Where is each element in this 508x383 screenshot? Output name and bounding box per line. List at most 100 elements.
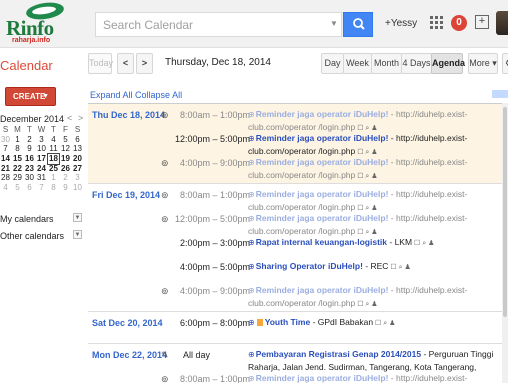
- event-details[interactable]: ⊕Reminder jaga operator iDuHelp! - http:…: [248, 156, 500, 180]
- mini-day[interactable]: 30: [24, 173, 35, 183]
- mini-day[interactable]: 2: [24, 135, 35, 145]
- mini-day[interactable]: 8: [48, 183, 59, 193]
- event-details[interactable]: ⊕Reminder jaga operator iDuHelp! - http:…: [248, 372, 500, 383]
- create-button[interactable]: CREATE ▼: [5, 87, 56, 106]
- next-button[interactable]: >: [136, 53, 153, 74]
- event-title[interactable]: Sharing Operator iDuHelp!: [256, 261, 363, 271]
- site-logo[interactable]: Rinfo raharja.info: [2, 0, 82, 45]
- event-details[interactable]: ⊕Sharing Operator iDuHelp! - REC ☐ ⌕ ♟: [248, 260, 500, 284]
- scrollbar-thumb[interactable]: [503, 107, 507, 317]
- mini-day[interactable]: 12: [60, 144, 71, 154]
- mini-day[interactable]: 25: [48, 164, 59, 174]
- expand-event-icon[interactable]: ⊕: [248, 110, 255, 119]
- event-title[interactable]: Youth Time: [265, 317, 311, 327]
- mini-day[interactable]: 10: [36, 144, 47, 154]
- agenda-event[interactable]: 2:00pm – 3:00pm ⊕Rapat internal keuangan-…: [88, 236, 502, 260]
- mini-day[interactable]: 2: [60, 173, 71, 183]
- agenda-event[interactable]: 6:00pm – 8:00pm ⊕ Youth Time - GPdI Babaka…: [88, 316, 502, 340]
- more-button[interactable]: More ▾: [468, 53, 498, 74]
- mini-day[interactable]: 30: [0, 135, 11, 145]
- agenda-event[interactable]: ⊚ 4:00pm – 9:00pm ⊕Reminder jaga operator …: [88, 156, 502, 180]
- event-details[interactable]: ⊕Reminder jaga operator iDuHelp! - http:…: [248, 212, 500, 236]
- view-4days-button[interactable]: 4 Days: [401, 53, 432, 74]
- expand-event-icon[interactable]: ⊕: [248, 134, 255, 143]
- view-agenda-button[interactable]: Agenda: [431, 53, 465, 74]
- agenda-event[interactable]: 12:00pm – 5:00pm ⊕Reminder jaga operator …: [88, 132, 502, 156]
- event-title[interactable]: Rapat internal keuangan-logistik: [256, 237, 387, 247]
- mini-day[interactable]: 4: [0, 183, 11, 193]
- event-details[interactable]: ⊕Reminder jaga operator iDuHelp! - http:…: [248, 284, 500, 308]
- user-name-link[interactable]: +Yessy: [385, 18, 417, 29]
- mini-day[interactable]: 24: [36, 164, 47, 174]
- other-calendars-label[interactable]: Other calendars: [0, 231, 64, 241]
- mini-day[interactable]: 9: [60, 183, 71, 193]
- mini-day[interactable]: 1: [48, 173, 59, 183]
- event-details[interactable]: ⊕Reminder jaga operator iDuHelp! - http:…: [248, 132, 500, 156]
- expand-event-icon[interactable]: ⊕: [248, 286, 255, 295]
- mini-day[interactable]: 29: [12, 173, 23, 183]
- event-title[interactable]: Reminder jaga operator iDuHelp!: [256, 285, 389, 295]
- my-calendars-label[interactable]: My calendars: [0, 214, 54, 224]
- collapse-all-link[interactable]: Collapse All: [135, 90, 182, 100]
- notification-badge[interactable]: 0: [451, 15, 467, 31]
- mini-day[interactable]: 3: [72, 173, 83, 183]
- agenda-event[interactable]: 4:00pm – 5:00pm ⊕Sharing Operator iDuHelp…: [88, 260, 502, 284]
- apps-grid-icon[interactable]: [430, 16, 444, 30]
- event-title[interactable]: Reminder jaga operator iDuHelp!: [256, 157, 389, 167]
- avatar[interactable]: [496, 11, 508, 35]
- view-day-button[interactable]: Day: [321, 53, 344, 74]
- mini-day[interactable]: 6: [72, 135, 83, 145]
- agenda-event[interactable]: ⊚ 8:00am – 1:00pm ⊕Reminder jaga operator …: [88, 372, 502, 383]
- event-details[interactable]: ⊕Rapat internal keuangan-logistik - LKM …: [248, 236, 500, 260]
- mini-day[interactable]: 5: [60, 135, 71, 145]
- other-calendars-dropdown-icon[interactable]: ▼: [73, 230, 82, 239]
- event-details[interactable]: ⊕Pembayaran Registrasi Genap 2014/2015 -…: [248, 348, 500, 372]
- mini-day[interactable]: 7: [0, 144, 11, 154]
- agenda-event[interactable]: ⊚ 12:00pm – 5:00pm ⊕Reminder jaga operator…: [88, 212, 502, 236]
- expand-event-icon[interactable]: ⊕: [248, 350, 255, 359]
- expand-event-icon[interactable]: ⊕: [248, 374, 255, 383]
- print-icon[interactable]: [492, 90, 508, 98]
- agenda-event[interactable]: ⊚ 8:00am – 1:00pm ⊕Reminder jaga operator …: [88, 188, 502, 212]
- mini-day[interactable]: 17: [36, 154, 47, 164]
- mini-day[interactable]: 8: [12, 144, 23, 154]
- search-input[interactable]: [96, 13, 328, 36]
- expand-all-link[interactable]: Expand All: [90, 90, 133, 100]
- event-title[interactable]: Reminder jaga operator iDuHelp!: [256, 133, 389, 143]
- event-title[interactable]: Reminder jaga operator iDuHelp!: [256, 109, 389, 119]
- prev-button[interactable]: <: [117, 53, 134, 74]
- my-calendars-dropdown-icon[interactable]: ▼: [73, 213, 82, 222]
- expand-event-icon[interactable]: ⊕: [248, 238, 255, 247]
- event-details[interactable]: ⊕Reminder jaga operator iDuHelp! - http:…: [248, 188, 500, 212]
- scrollbar[interactable]: [502, 103, 508, 383]
- mini-day[interactable]: 27: [72, 164, 83, 174]
- event-title[interactable]: Reminder jaga operator iDuHelp!: [256, 189, 389, 199]
- mini-day[interactable]: 14: [0, 154, 11, 164]
- mini-day[interactable]: 18: [47, 153, 60, 165]
- mini-day[interactable]: 22: [12, 164, 23, 174]
- expand-event-icon[interactable]: ⊕: [248, 214, 255, 223]
- agenda-event[interactable]: ⊚ 4:00pm – 9:00pm ⊕Reminder jaga operator …: [88, 284, 502, 308]
- mini-day[interactable]: 20: [72, 154, 83, 164]
- mini-day[interactable]: 19: [60, 154, 71, 164]
- view-week-button[interactable]: Week: [343, 53, 372, 74]
- event-details[interactable]: ⊕Reminder jaga operator iDuHelp! - http:…: [248, 108, 500, 132]
- mini-day[interactable]: 23: [24, 164, 35, 174]
- mini-day[interactable]: 21: [0, 164, 11, 174]
- mini-day[interactable]: 28: [0, 173, 11, 183]
- mini-day[interactable]: 15: [12, 154, 23, 164]
- expand-event-icon[interactable]: ⊕: [248, 318, 255, 327]
- mini-next-button[interactable]: >: [78, 113, 83, 123]
- agenda-event[interactable]: ⊚ 8:00am – 1:00pm ⊕Reminder jaga operator …: [88, 108, 502, 132]
- expand-event-icon[interactable]: ⊕: [248, 158, 255, 167]
- mini-day[interactable]: 7: [36, 183, 47, 193]
- settings-button[interactable]: ⚙▾: [502, 53, 508, 74]
- mini-day[interactable]: 4: [48, 135, 59, 145]
- event-title[interactable]: Pembayaran Registrasi Genap 2014/2015: [256, 349, 421, 359]
- event-details[interactable]: ⊕ Youth Time - GPdI Babakan ☐ ⌕ ♟: [248, 316, 500, 340]
- mini-day[interactable]: 9: [24, 144, 35, 154]
- mini-day[interactable]: 6: [24, 183, 35, 193]
- mini-day[interactable]: 3: [36, 135, 47, 145]
- mini-day[interactable]: 5: [12, 183, 23, 193]
- mini-day[interactable]: 26: [60, 164, 71, 174]
